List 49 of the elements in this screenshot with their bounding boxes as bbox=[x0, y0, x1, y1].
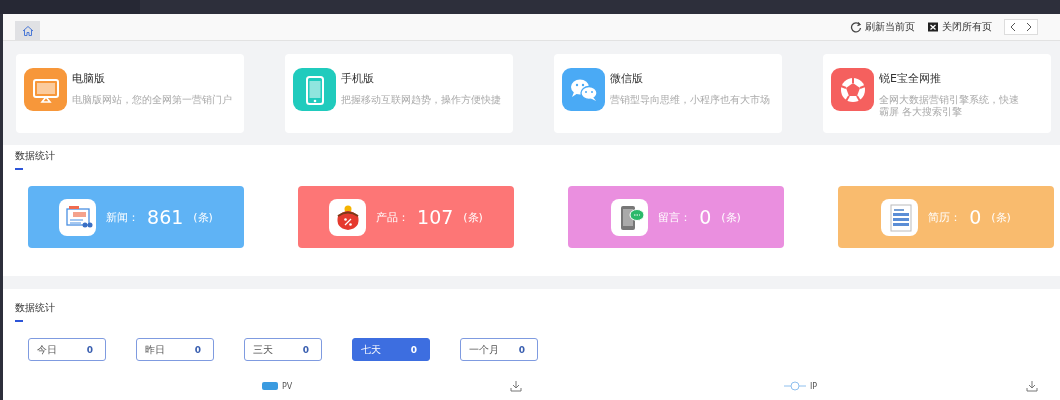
stat-value: 107 bbox=[417, 206, 454, 228]
toolbar-button[interactable]: 关闭所有页 bbox=[927, 20, 992, 34]
section-title: 数据统计 bbox=[15, 149, 56, 163]
stat-label: 留言： bbox=[658, 209, 692, 225]
stat-label: 新闻： bbox=[106, 209, 140, 225]
stat-unit: (条) bbox=[193, 209, 213, 225]
download-icon bbox=[510, 380, 522, 392]
card-description: 营销型导向思维，小程序也有大市场 bbox=[610, 94, 770, 106]
close-icon bbox=[927, 21, 939, 33]
card-title: 手机版 bbox=[341, 71, 375, 86]
card-title: 电脑版 bbox=[72, 71, 106, 86]
download-button[interactable] bbox=[510, 380, 522, 392]
download-icon bbox=[1026, 380, 1038, 392]
period-tab[interactable]: 今日 0 bbox=[28, 338, 106, 361]
platform-card[interactable]: 手机版 把握移动互联网趋势，操作方便快捷 bbox=[285, 54, 513, 133]
stat-unit: (条) bbox=[721, 209, 741, 225]
section-title: 数据统计 bbox=[15, 301, 56, 315]
stat-value: 0 bbox=[699, 206, 712, 228]
home-tab[interactable] bbox=[15, 21, 40, 40]
legend-label: PV bbox=[282, 381, 293, 391]
card-description: 把握移动互联网趋势，操作方便快捷 bbox=[341, 94, 501, 106]
period-tab[interactable]: 三天 0 bbox=[244, 338, 322, 361]
stat-value: 861 bbox=[147, 206, 184, 228]
card-title: 锐E宝全网推 bbox=[879, 71, 942, 86]
refresh-icon bbox=[850, 21, 862, 33]
toolbar-button[interactable]: 刷新当前页 bbox=[850, 20, 915, 34]
period-tab[interactable]: 七天 0 bbox=[352, 338, 430, 361]
chevron-left-icon bbox=[1009, 22, 1017, 32]
period-tab[interactable]: 昨日 0 bbox=[136, 338, 214, 361]
legend-label: IP bbox=[810, 381, 818, 391]
period-tab[interactable]: 一个月 0 bbox=[460, 338, 538, 361]
platform-card[interactable]: 微信版 营销型导向思维，小程序也有大市场 bbox=[554, 54, 782, 133]
download-button[interactable] bbox=[1026, 380, 1038, 392]
platform-card[interactable]: 锐E宝全网推 全网大数据营销引擎系统，快速霸屏 各大搜索引擎 bbox=[823, 54, 1051, 133]
stat-unit: (条) bbox=[991, 209, 1011, 225]
card-description: 全网大数据营销引擎系统，快速霸屏 各大搜索引擎 bbox=[879, 94, 1020, 118]
stat-value: 0 bbox=[969, 206, 982, 228]
card-description: 电脑版网站，您的全网第一营销门户 bbox=[72, 94, 232, 106]
stat-label: 简历： bbox=[928, 209, 962, 225]
card-title: 微信版 bbox=[610, 71, 644, 86]
home-icon bbox=[21, 24, 34, 37]
legend-bar-icon bbox=[262, 381, 278, 391]
title-underline bbox=[15, 320, 23, 322]
legend-line-icon bbox=[784, 381, 806, 391]
title-underline bbox=[15, 168, 23, 170]
stat-unit: (条) bbox=[463, 209, 483, 225]
platform-card[interactable]: 电脑版 电脑版网站，您的全网第一营销门户 bbox=[16, 54, 244, 133]
stat-label: 产品： bbox=[376, 209, 410, 225]
chevron-right-icon bbox=[1025, 22, 1033, 32]
